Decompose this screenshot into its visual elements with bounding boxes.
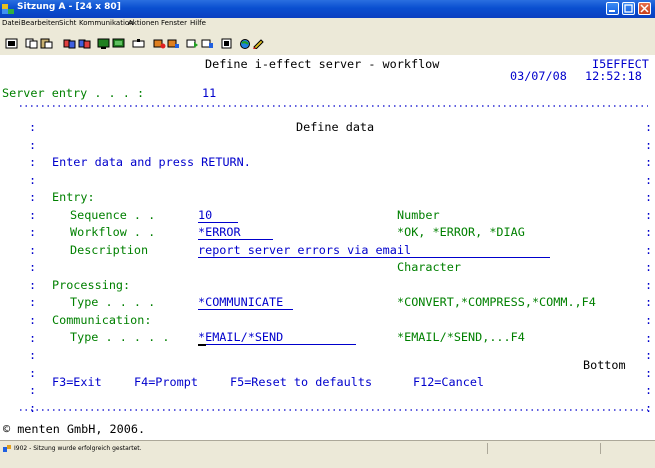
popup-right-border: : : : : : : : : : : : : : : : : : bbox=[645, 120, 653, 415]
menu-hilfe[interactable]: Hilfe bbox=[190, 19, 206, 27]
menu-datei[interactable]: Datei bbox=[2, 19, 21, 27]
pencil-icon[interactable] bbox=[252, 38, 265, 49]
status-bar: I902 - Sitzung wurde erfolgreich gestart… bbox=[0, 440, 655, 457]
title-bar: Sitzung A - [24 x 80] bbox=[0, 0, 655, 18]
terminal-screen[interactable]: Define i-effect server - workflow I5EFFE… bbox=[0, 55, 655, 440]
menu-aktionen[interactable]: Aktionen bbox=[128, 19, 159, 27]
status-message: I902 - Sitzung wurde erfolgreich gestart… bbox=[14, 445, 142, 452]
menu-fenster[interactable]: Fenster bbox=[161, 19, 187, 27]
screen-time: 12:52:18 bbox=[585, 69, 642, 83]
fkey-reset[interactable]: F5=Reset to defaults bbox=[230, 374, 372, 391]
maximize-icon bbox=[624, 4, 633, 13]
status-connection-icon bbox=[3, 445, 11, 452]
keyboard-icon[interactable] bbox=[132, 38, 145, 49]
macro-stop-icon[interactable] bbox=[167, 38, 180, 49]
menu-sicht[interactable]: Sicht bbox=[59, 19, 76, 27]
processing-type-label: Type . . . . bbox=[70, 295, 156, 309]
menu-bearbeiten[interactable]: Bearbeiten bbox=[21, 19, 59, 27]
close-button[interactable] bbox=[638, 2, 651, 15]
communication-section-label: Communication: bbox=[52, 313, 152, 327]
copy-icon[interactable] bbox=[25, 38, 38, 49]
communication-type-input[interactable]: *EMAIL/*SEND bbox=[198, 329, 356, 345]
sequence-hint: Number bbox=[397, 208, 440, 222]
description-input[interactable]: report server errors via email bbox=[198, 242, 550, 258]
communication-type-label: Type . . . . . bbox=[70, 330, 170, 344]
description-label: Description bbox=[70, 243, 149, 257]
macro-record-icon[interactable] bbox=[153, 38, 166, 49]
menu-kommunikation[interactable]: Kommunikation bbox=[79, 19, 134, 27]
bottom-strip bbox=[0, 456, 655, 468]
instruction-text: Enter data and press RETURN. bbox=[52, 155, 251, 169]
macro-edit-icon[interactable] bbox=[201, 38, 214, 49]
send-icon[interactable] bbox=[63, 38, 76, 49]
fkey-cancel[interactable]: F12=Cancel bbox=[413, 374, 484, 391]
menu-bar: Datei Bearbeiten Sicht Kommunikation Akt… bbox=[0, 18, 655, 31]
minimize-button[interactable] bbox=[606, 2, 619, 15]
entry-section-label: Entry: bbox=[52, 190, 95, 204]
description-hint: Character bbox=[397, 260, 461, 274]
status-separator bbox=[487, 443, 488, 454]
popup-title: Define data bbox=[296, 120, 375, 134]
sequence-label: Sequence . . bbox=[70, 208, 156, 222]
close-icon bbox=[640, 4, 649, 13]
paste-icon[interactable] bbox=[40, 38, 53, 49]
display-icon[interactable] bbox=[97, 38, 110, 49]
processing-section-label: Processing: bbox=[52, 278, 131, 292]
processing-type-input[interactable]: *COMMUNICATE bbox=[198, 294, 293, 310]
session-icon[interactable] bbox=[112, 38, 125, 49]
sequence-input[interactable]: 10 bbox=[198, 207, 238, 223]
window-title: Sitzung A - [24 x 80] bbox=[17, 2, 121, 12]
status-separator bbox=[600, 443, 601, 454]
globe-icon[interactable] bbox=[239, 38, 252, 49]
workflow-input[interactable]: *ERROR bbox=[198, 224, 273, 240]
server-entry-label: Server entry . . . : bbox=[2, 86, 145, 100]
fkey-prompt[interactable]: F4=Prompt bbox=[134, 374, 198, 391]
server-entry-value: 11 bbox=[202, 86, 217, 100]
receive-icon[interactable] bbox=[78, 38, 91, 49]
maximize-button[interactable] bbox=[622, 2, 635, 15]
macro-play-icon[interactable] bbox=[186, 38, 199, 49]
toolbar bbox=[0, 31, 655, 56]
fkey-exit[interactable]: F3=Exit bbox=[52, 374, 102, 391]
processing-type-hint: *CONVERT,*COMPRESS,*COMM.,F4 bbox=[397, 295, 596, 309]
copyright-text: © menten GmbH, 2006. bbox=[3, 422, 146, 436]
screen-date: 03/07/08 bbox=[510, 69, 567, 83]
settings-icon[interactable] bbox=[220, 38, 233, 49]
minimize-icon bbox=[609, 10, 615, 12]
print-screen-icon[interactable] bbox=[5, 38, 18, 49]
app-icon bbox=[2, 4, 14, 14]
workflow-label: Workflow . . bbox=[70, 225, 156, 239]
bottom-indicator: Bottom bbox=[583, 358, 626, 372]
communication-type-hint: *EMAIL/*SEND,...F4 bbox=[397, 330, 525, 344]
workflow-hint: *OK, *ERROR, *DIAG bbox=[397, 225, 525, 239]
popup-left-border: : : : : : : : : : : : : : : : : : bbox=[29, 120, 37, 415]
screen-header-title: Define i-effect server - workflow bbox=[205, 57, 440, 71]
text-cursor bbox=[198, 344, 206, 346]
